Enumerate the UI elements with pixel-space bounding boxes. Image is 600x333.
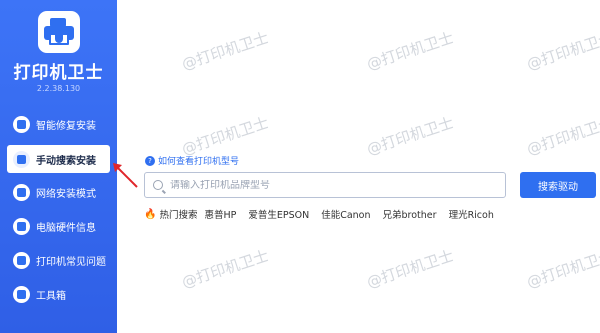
wrench-gear-icon xyxy=(13,115,30,133)
app-title: 打印机卫士 xyxy=(13,63,104,83)
hot-brand-epson[interactable]: 爱普生EPSON xyxy=(248,207,309,221)
watermark: @打印机卫士 xyxy=(524,113,600,159)
help-link-label: 如何查看打印机型号 xyxy=(158,157,240,167)
sidebar-item-label: 智能修复安装 xyxy=(36,120,96,132)
annotation-arrow-icon xyxy=(113,163,138,188)
sidebar-item-label: 打印机常见问题 xyxy=(36,256,106,268)
watermark: @打印机卫士 xyxy=(364,246,456,292)
sidebar: 打印机卫士 2.2.38.130 智能修复安装 手动搜索安装 网络安装模式 电脑… xyxy=(0,0,117,333)
sidebar-item-manual-search[interactable]: 手动搜索安装 xyxy=(7,145,110,173)
question-icon xyxy=(13,251,30,269)
computer-icon xyxy=(13,217,30,235)
sidebar-item-label: 电脑硬件信息 xyxy=(36,222,96,234)
watermark: @打印机卫士 xyxy=(524,246,600,292)
sidebar-item-faq[interactable]: 打印机常见问题 xyxy=(0,246,117,274)
hot-search-label: 热门搜索 xyxy=(159,210,198,221)
watermark: @打印机卫士 xyxy=(524,28,600,74)
sidebar-item-hardware-info[interactable]: 电脑硬件信息 xyxy=(0,212,117,240)
sidebar-item-smart-repair[interactable]: 智能修复安装 xyxy=(0,110,117,138)
question-icon: ? xyxy=(145,155,155,166)
app-logo-icon xyxy=(38,11,80,53)
watermark: @打印机卫士 xyxy=(179,113,271,159)
watermark: @打印机卫士 xyxy=(364,113,456,159)
search-icon xyxy=(153,180,163,190)
search-box[interactable] xyxy=(144,172,506,198)
sidebar-item-label: 工具箱 xyxy=(36,290,66,302)
fire-icon: 🔥 xyxy=(144,208,157,220)
wrench-icon xyxy=(13,150,30,168)
sidebar-item-network-install[interactable]: 网络安装模式 xyxy=(0,178,117,206)
hot-search-row: 🔥 热门搜索 惠普HP 爱普生EPSON 佳能Canon 兄弟brother 理… xyxy=(144,207,506,222)
help-link[interactable]: ? 如何查看打印机型号 xyxy=(145,154,239,167)
hot-brand-hp[interactable]: 惠普HP xyxy=(204,207,236,221)
toolbox-icon xyxy=(13,285,30,303)
network-icon xyxy=(13,183,30,201)
watermark: @打印机卫士 xyxy=(364,28,456,74)
app-version: 2.2.38.130 xyxy=(36,84,81,93)
search-driver-button[interactable]: 搜索驱动 xyxy=(520,172,596,198)
sidebar-item-label: 网络安装模式 xyxy=(36,188,96,200)
search-input[interactable] xyxy=(170,179,490,191)
hot-brand-brother[interactable]: 兄弟brother xyxy=(383,207,437,221)
sidebar-item-label: 手动搜索安装 xyxy=(36,155,96,167)
watermark: @打印机卫士 xyxy=(179,246,271,292)
watermark: @打印机卫士 xyxy=(179,28,271,74)
hot-brand-ricoh[interactable]: 理光Ricoh xyxy=(449,207,494,221)
hot-brand-canon[interactable]: 佳能Canon xyxy=(321,207,370,221)
sidebar-item-toolbox[interactable]: 工具箱 xyxy=(0,280,117,308)
